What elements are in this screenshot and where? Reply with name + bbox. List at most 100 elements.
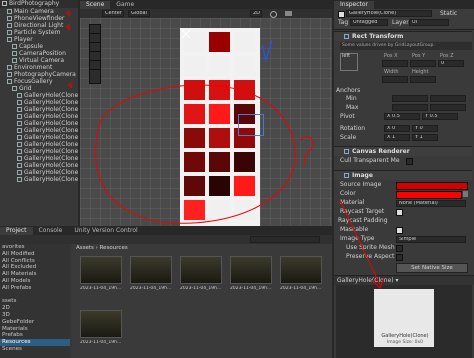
preserve-aspect-checkbox[interactable] [396, 254, 403, 261]
hierarchy-item[interactable]: Grid [0, 85, 78, 92]
active-checkbox[interactable] [338, 11, 345, 18]
hierarchy-item[interactable]: GalleryHole(Clone) [0, 106, 78, 113]
scene-canvas[interactable] [80, 18, 332, 226]
anchors-row[interactable]: Anchors [336, 87, 360, 95]
hand-tool-icon[interactable] [90, 25, 100, 34]
gallery-cell[interactable] [184, 32, 205, 52]
rect-transform-header[interactable]: Rect Transform [334, 31, 472, 41]
hierarchy-item[interactable]: PhotographyCamera [0, 71, 78, 78]
hierarchy-item[interactable]: Capsule [0, 43, 78, 50]
project-tree-item[interactable]: All Conflicts [0, 258, 70, 265]
hierarchy-item[interactable]: GalleryHole(Clone) [0, 162, 78, 169]
rect-tool-icon[interactable] [90, 61, 100, 70]
project-tree-item[interactable]: All Prefabs [0, 285, 70, 292]
hierarchy-item[interactable]: GalleryHole(Clone) [0, 113, 78, 120]
pivot-dropdown[interactable]: Center [102, 10, 124, 17]
rotation-x-field[interactable]: X 0 [384, 125, 410, 132]
gallery-cell[interactable] [184, 80, 205, 100]
scale-x-field[interactable]: X 1 [384, 134, 410, 141]
project-tree-item[interactable]: 3D [0, 312, 70, 319]
tab-version-control[interactable]: Unity Version Control [68, 227, 144, 235]
gallery-cell[interactable] [234, 200, 255, 220]
layer-dropdown[interactable]: UI [409, 19, 449, 26]
height-field[interactable] [410, 76, 436, 83]
gallery-cell[interactable] [184, 152, 205, 172]
rotate-tool-icon[interactable] [90, 43, 100, 52]
asset-tile[interactable]: 2023-11-04_19h... [130, 256, 174, 296]
min-y-field[interactable] [430, 95, 466, 102]
hierarchy-item[interactable]: GalleryHole(Clone) [0, 141, 78, 148]
hierarchy-item[interactable]: CameraPosition [0, 50, 78, 57]
raycast-padding-row[interactable]: Raycast Padding [338, 217, 388, 225]
gallery-cell[interactable] [209, 200, 230, 220]
source-image-field[interactable] [396, 182, 468, 190]
gallery-cell[interactable] [184, 56, 205, 76]
tag-dropdown[interactable]: Untagged [350, 19, 388, 26]
gallery-cell[interactable] [184, 104, 205, 124]
hierarchy-item[interactable]: GalleryHole(Clone) [0, 176, 78, 183]
color-field[interactable] [396, 191, 462, 199]
project-tree-item[interactable]: avorites [0, 244, 70, 251]
hierarchy-item[interactable]: Main Camera [0, 8, 78, 15]
asset-tile[interactable]: 2023-11-04_19h... [80, 256, 124, 296]
pos-x-field[interactable] [382, 60, 408, 67]
hierarchy-item[interactable]: GalleryHole(Clone) [0, 127, 78, 134]
image-header[interactable]: Image [334, 170, 472, 180]
project-tree-item[interactable] [0, 292, 70, 299]
gallery-cell[interactable] [209, 176, 230, 196]
pos-z-field[interactable]: 0 [438, 60, 464, 67]
project-tree-item[interactable]: Prefabs [0, 332, 70, 339]
rotation-y-field[interactable]: Y 0 [412, 125, 438, 132]
tab-inspector[interactable]: Inspector [334, 1, 374, 9]
set-native-size-button[interactable]: Set Native Size [396, 263, 468, 273]
hierarchy-item[interactable]: FocusGallery [0, 78, 78, 85]
preview-header[interactable]: GalleryHole(Clone) ▾ [334, 275, 474, 285]
project-tree-item[interactable]: All Excluded [0, 264, 70, 271]
hierarchy-item[interactable]: GalleryHole(Clone) [0, 134, 78, 141]
project-tree-item[interactable]: All Modified [0, 251, 70, 258]
breadcrumb-assets[interactable]: Assets [76, 245, 94, 251]
maskable-checkbox[interactable] [396, 227, 403, 234]
asset-tile[interactable]: 2023-11-04_19h... [80, 310, 124, 350]
gallery-cell[interactable] [209, 56, 230, 76]
pivot-y-field[interactable]: Y 0.5 [422, 113, 458, 120]
project-tree-item[interactable]: Scenes [0, 346, 70, 353]
move-tool-icon[interactable] [90, 34, 100, 43]
camera-icon[interactable] [285, 11, 292, 16]
gallery-cell[interactable] [184, 200, 205, 220]
gallery-cell[interactable] [234, 32, 255, 52]
cull-checkbox[interactable] [406, 158, 413, 165]
canvas-renderer-header[interactable]: Canvas Renderer [334, 146, 472, 156]
gallery-cell[interactable] [234, 176, 255, 196]
hierarchy-item[interactable]: Virtual Camera [0, 57, 78, 64]
project-tree-item[interactable]: ssets [0, 298, 70, 305]
tab-console[interactable]: Console [32, 227, 69, 235]
scale-y-field[interactable]: Y 1 [412, 134, 438, 141]
min-x-field[interactable] [392, 95, 428, 102]
gallery-cell[interactable] [209, 80, 230, 100]
gallery-cell[interactable] [209, 104, 230, 124]
scale-tool-icon[interactable] [90, 52, 100, 61]
object-name-field[interactable]: GalleryHole(Clone) [346, 10, 432, 17]
project-tree-item[interactable]: All Models [0, 278, 70, 285]
project-tree-item[interactable]: Materials [0, 326, 70, 333]
hierarchy-item[interactable]: PhoneViewfinder [0, 15, 78, 22]
tab-game[interactable]: Game [110, 1, 141, 9]
hierarchy-item[interactable]: Environment [0, 64, 78, 71]
max-y-field[interactable] [430, 104, 466, 111]
gallery-cell[interactable] [234, 80, 255, 100]
transform-tool-icon[interactable] [90, 70, 100, 78]
hierarchy-item[interactable]: Directional Light [0, 22, 78, 29]
use-sprite-mesh-checkbox[interactable] [396, 245, 403, 252]
gallery-cell[interactable] [184, 176, 205, 196]
gallery-cell[interactable] [209, 32, 230, 52]
hierarchy-item[interactable]: Particle System [0, 29, 78, 36]
hierarchy-item[interactable]: GalleryHole(Clone) [0, 92, 78, 99]
static-label[interactable]: Static [440, 10, 457, 17]
hierarchy-root[interactable]: BirdPhotography [0, 0, 78, 8]
hierarchy-item[interactable]: GalleryHole(Clone) [0, 148, 78, 155]
breadcrumb-resources[interactable]: Resources [100, 245, 128, 251]
gallery-cell[interactable] [234, 56, 255, 76]
project-tree-item[interactable]: 2D [0, 305, 70, 312]
project-search-input[interactable] [250, 236, 320, 243]
